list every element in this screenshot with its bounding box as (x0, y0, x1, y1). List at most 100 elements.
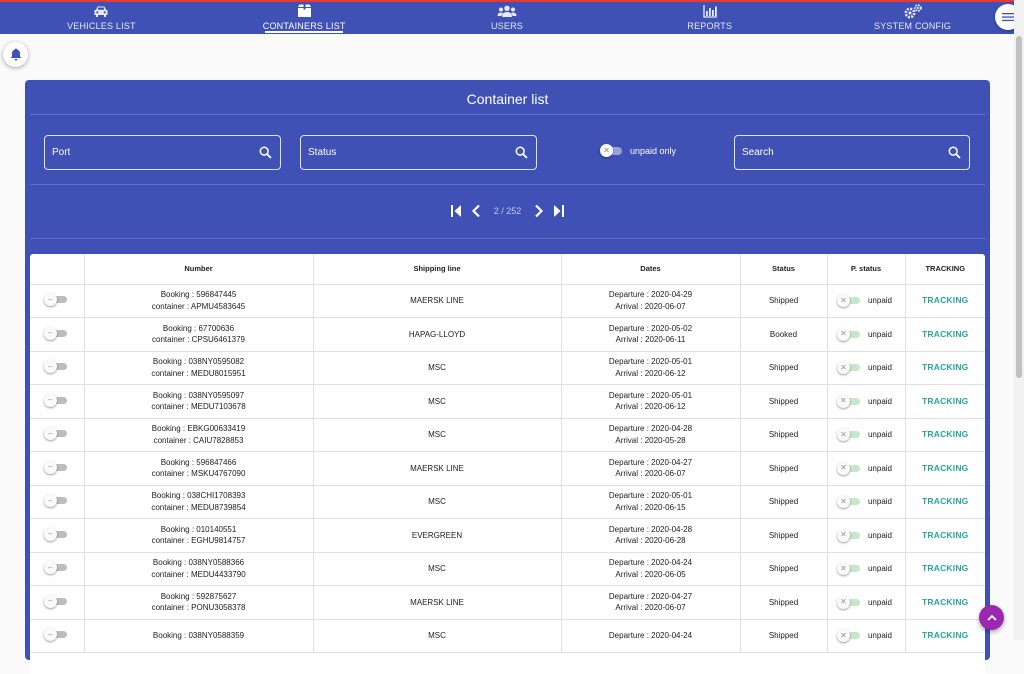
paid-toggle[interactable]: ✕ (836, 461, 860, 475)
tracking-link[interactable]: TRACKING (922, 329, 968, 339)
row-toggle[interactable]: – (43, 460, 67, 474)
number-cell: Booking : 038NY0588366 container : MEDU44… (84, 552, 314, 586)
number-cell: Booking : EBKG00633419 container : CAIU78… (84, 418, 314, 452)
paid-toggle[interactable]: ✕ (836, 327, 860, 341)
nav-item-vehicles-list[interactable]: VEHICLES LIST (0, 2, 203, 34)
page-title: Container list (466, 91, 549, 107)
table-header-row: Number Shipping line Dates Status P. sta… (30, 254, 985, 285)
paid-toggle[interactable]: ✕ (836, 629, 860, 643)
col-header-dates[interactable]: Dates (561, 254, 741, 285)
number-cell: Booking : 596847445 container : APMU45836… (84, 284, 314, 318)
row-toggle[interactable]: – (43, 326, 67, 340)
paid-toggle[interactable]: ✕ (836, 595, 860, 609)
row-toggle[interactable]: – (43, 527, 67, 541)
tracking-link[interactable]: TRACKING (922, 630, 968, 640)
container-number: container : EGHU9814757 (151, 536, 246, 546)
table-row[interactable]: – Booking : 592875627 container : PONU3058… (30, 585, 985, 620)
paid-toggle[interactable]: ✕ (836, 294, 860, 308)
p-status-cell: ✕ unpaid (827, 451, 906, 486)
p-status-label: unpaid (867, 430, 893, 439)
next-page-icon[interactable] (533, 204, 545, 218)
row-toggle[interactable]: – (43, 628, 67, 641)
last-page-icon[interactable] (553, 204, 565, 218)
row-toggle[interactable]: – (43, 293, 67, 306)
container-number: container : APMU4583645 (151, 301, 246, 311)
table-row[interactable]: – Booking : 67700636 container : CPSU64613… (30, 317, 985, 352)
tracking-link[interactable]: TRACKING (922, 429, 968, 439)
number-cell: Booking : 038NY0595097 container : MEDU71… (84, 384, 314, 419)
table-row[interactable]: – Booking : 596847445 container : APMU4583… (30, 284, 985, 318)
row-toggle[interactable]: – (43, 494, 67, 507)
paid-toggle[interactable]: ✕ (836, 562, 860, 576)
booking-number: Booking : 038NY0595082 (152, 357, 245, 367)
number-cell: Booking : 67700636 container : CPSU646137… (84, 317, 314, 352)
tracking-link[interactable]: TRACKING (922, 563, 968, 573)
minus-icon: – (43, 460, 57, 474)
notifications-button[interactable] (3, 42, 28, 67)
first-page-icon[interactable] (450, 204, 462, 218)
row-select-cell: – (30, 552, 85, 586)
paid-toggle[interactable]: ✕ (836, 428, 860, 442)
table-row[interactable]: – Booking : 596847466 container : MSKU4767… (30, 451, 985, 486)
table-row[interactable]: – Booking : 038NY0588359 MSC Departure : 20… (30, 619, 985, 653)
row-toggle[interactable]: – (43, 427, 67, 440)
paid-toggle[interactable]: ✕ (836, 528, 860, 542)
status-filter-input[interactable]: Status (300, 135, 537, 170)
tracking-link[interactable]: TRACKING (922, 597, 968, 607)
col-header-tracking: TRACKING (905, 254, 985, 285)
table-row[interactable]: – Booking : 038NY0588366 container : MEDU4… (30, 552, 985, 586)
dates-cell: Departure : 2020-04-28 Arrival : 2020-05-… (561, 418, 741, 452)
previous-page-icon[interactable] (470, 204, 482, 218)
status-cell: Shipped (740, 619, 828, 653)
departure-date: Departure : 2020-05-01 (608, 491, 693, 501)
table-row[interactable]: – Booking : EBKG00633419 container : CAIU7… (30, 418, 985, 452)
row-toggle[interactable]: – (43, 393, 67, 407)
tracking-link[interactable]: TRACKING (922, 463, 968, 473)
row-toggle[interactable]: – (43, 561, 67, 574)
port-filter-input[interactable]: Port (44, 135, 281, 170)
paid-toggle[interactable]: ✕ (836, 495, 860, 509)
tracking-link[interactable]: TRACKING (922, 496, 968, 506)
departure-date: Departure : 2020-04-27 (608, 457, 693, 467)
scroll-to-top-button[interactable] (979, 605, 1004, 630)
shipping-line-cell: MSC (313, 552, 562, 586)
dates-cell: Departure : 2020-04-27 Arrival : 2020-06-… (561, 585, 741, 620)
tracking-link[interactable]: TRACKING (922, 396, 968, 406)
row-toggle[interactable]: – (43, 360, 67, 373)
col-header-select (30, 254, 85, 285)
top-nav-bar: VEHICLES LIST CONTAINERS LIST USERS REPO… (0, 0, 1014, 34)
tracking-link[interactable]: TRACKING (922, 530, 968, 540)
tracking-cell: TRACKING (905, 418, 985, 452)
arrival-date: Arrival : 2020-06-28 (615, 536, 686, 546)
nav-item-system-config[interactable]: SYSTEM CONFIG (811, 2, 1014, 34)
scrollbar-thumb[interactable] (1016, 36, 1022, 378)
paid-toggle[interactable]: ✕ (836, 361, 860, 375)
toggle-switch[interactable]: ✕ (600, 144, 622, 157)
paid-toggle[interactable]: ✕ (836, 394, 860, 408)
col-header-number[interactable]: Number (84, 254, 314, 285)
col-header-p-status[interactable]: P. status (827, 254, 906, 285)
p-status-label: unpaid (867, 497, 893, 506)
table-row[interactable]: – Booking : 010140551 container : EGHU9814… (30, 518, 985, 553)
p-status-cell: ✕ unpaid (827, 585, 906, 620)
page-scrollbar[interactable] (1014, 0, 1024, 640)
table-row[interactable]: – Booking : 038NY0595082 container : MEDU8… (30, 351, 985, 385)
row-toggle[interactable]: – (43, 594, 67, 608)
col-header-shipping-line[interactable]: Shipping line (313, 254, 562, 285)
table-row[interactable]: – Booking : 038CHI1708393 container : MEDU… (30, 485, 985, 519)
table-row[interactable]: – Booking : 038NY0595097 container : MEDU7… (30, 384, 985, 419)
tracking-link[interactable]: TRACKING (922, 362, 968, 372)
booking-number: Booking : 010140551 (160, 524, 237, 534)
p-status-label: unpaid (867, 329, 893, 339)
nav-item-users[interactable]: USERS (406, 2, 609, 34)
nav-item-reports[interactable]: REPORTS (608, 2, 811, 34)
search-placeholder: Search (742, 147, 774, 158)
bar-chart-icon (703, 3, 717, 19)
search-icon (948, 146, 961, 159)
booking-number: Booking : 596847445 (160, 290, 237, 300)
unpaid-only-toggle[interactable]: ✕ unpaid only (600, 144, 676, 157)
nav-item-containers-list[interactable]: CONTAINERS LIST (203, 2, 406, 34)
search-input[interactable]: Search (734, 135, 970, 170)
col-header-status[interactable]: Status (740, 254, 828, 285)
tracking-link[interactable]: TRACKING (922, 295, 968, 305)
